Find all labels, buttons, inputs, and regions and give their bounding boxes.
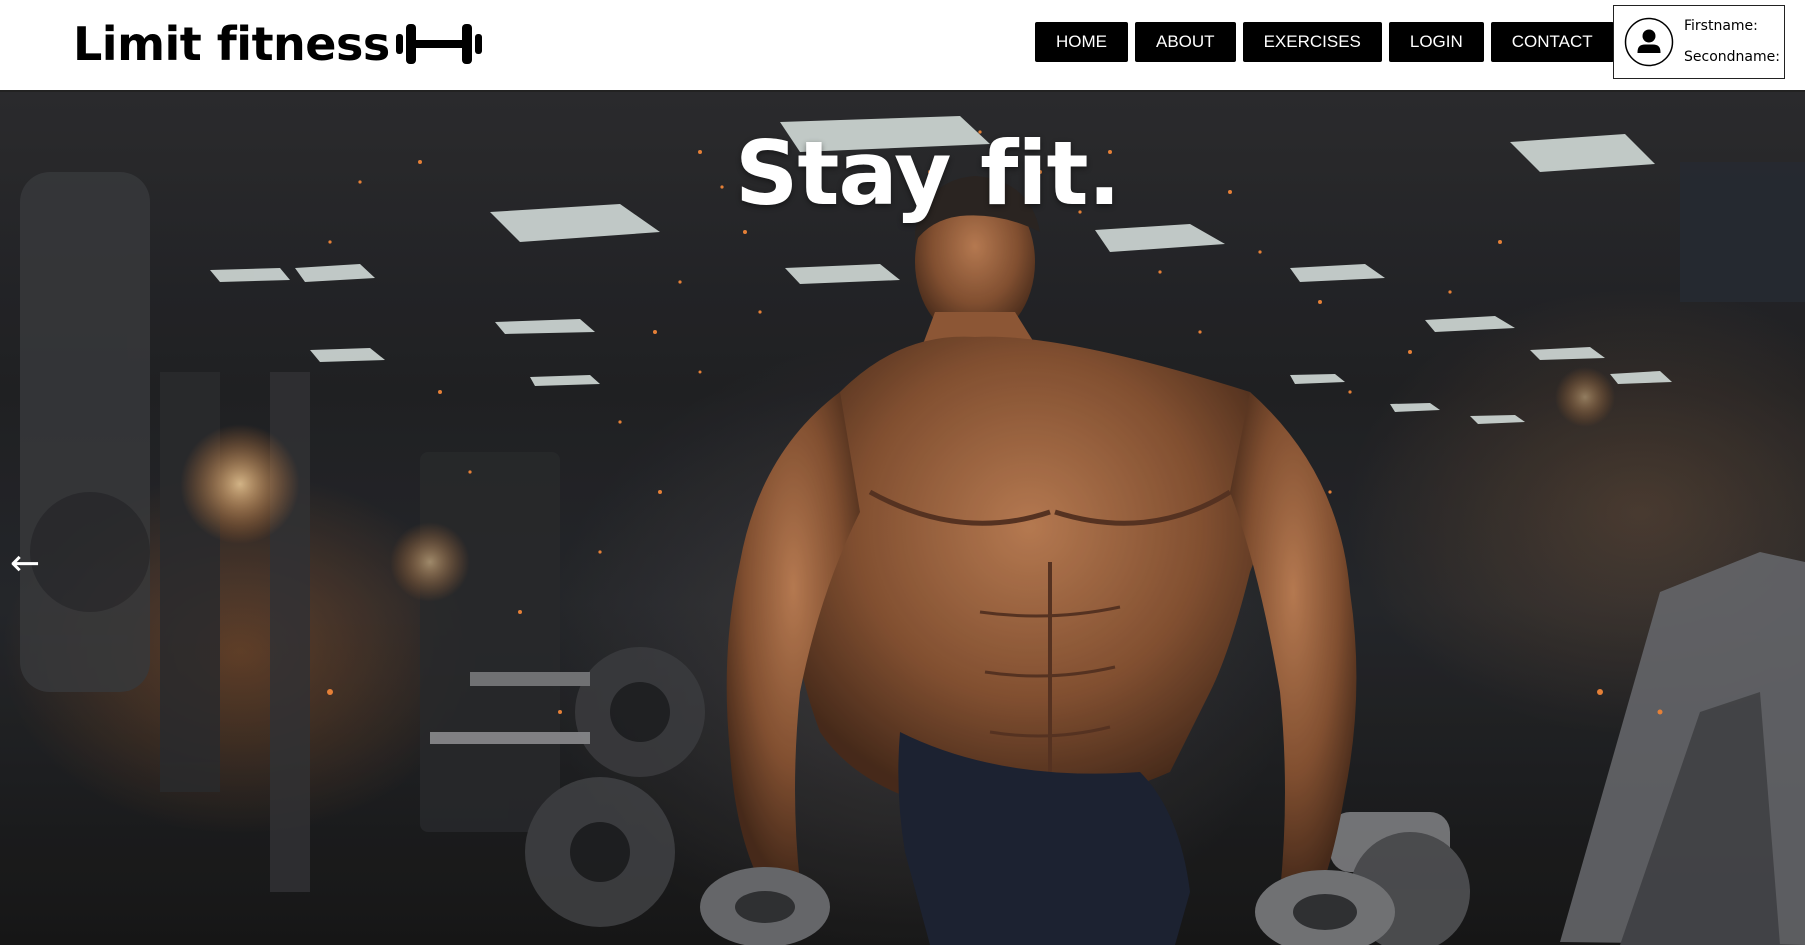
hero-title: Stay fit.: [734, 122, 1121, 225]
nav-exercises-button[interactable]: EXERCISES: [1242, 22, 1382, 62]
nav-home-button[interactable]: HOME: [1035, 22, 1128, 62]
brand-name: Limit fitness: [73, 17, 390, 71]
nav-login-button[interactable]: LOGIN: [1388, 22, 1484, 62]
nav-contact-button[interactable]: CONTACT: [1490, 22, 1614, 62]
user-info-box: Firstname: Secondname:: [1613, 5, 1785, 79]
user-avatar-icon[interactable]: [1624, 17, 1674, 67]
nav-about-button[interactable]: ABOUT: [1135, 22, 1236, 62]
hero-banner: Stay fit. ←: [0, 92, 1805, 945]
brand[interactable]: Limit fitness: [73, 16, 484, 72]
firstname-label: Firstname:: [1684, 18, 1758, 34]
site-header: Limit fitness HOME ABOUT EXERCISES LOGIN…: [0, 0, 1805, 92]
user-fields: Firstname: Secondname:: [1684, 16, 1780, 78]
carousel-prev-arrow-icon[interactable]: ←: [10, 544, 40, 584]
dumbbell-icon: [395, 24, 482, 64]
secondname-label: Secondname:: [1684, 49, 1780, 65]
main-nav: HOME ABOUT EXERCISES LOGIN CONTACT: [1035, 22, 1614, 62]
